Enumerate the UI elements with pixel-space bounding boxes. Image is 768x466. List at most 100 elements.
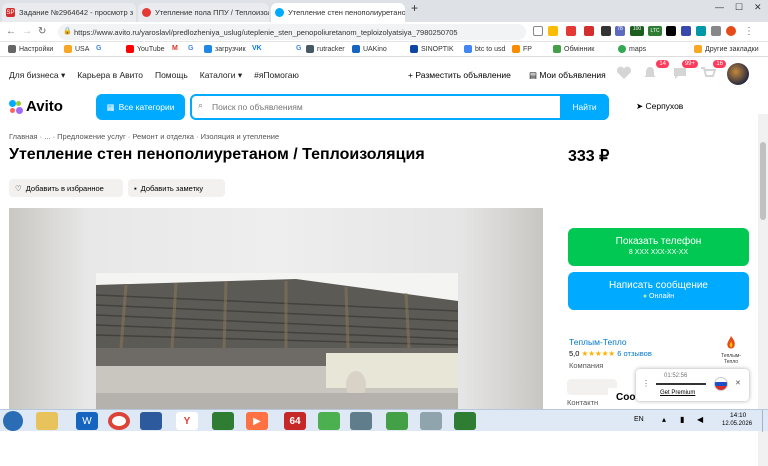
extension-icon[interactable] bbox=[681, 26, 691, 36]
nav-career-link[interactable]: Карьера в Авито bbox=[77, 70, 143, 81]
puzzle-icon[interactable] bbox=[711, 26, 721, 36]
weather-icon bbox=[410, 45, 418, 53]
media-player-icon[interactable]: ▶ bbox=[246, 412, 268, 430]
post-ad-link[interactable]: + Разместить объявление bbox=[408, 70, 511, 80]
extension-icon[interactable] bbox=[566, 26, 576, 36]
network-icon[interactable] bbox=[140, 412, 162, 430]
menu-icon[interactable]: ⋮ bbox=[744, 26, 754, 37]
app-icon[interactable]: W bbox=[76, 412, 98, 430]
app-64-icon[interactable]: 64 bbox=[284, 412, 306, 430]
my-ads-link[interactable]: ▤ Мои объявления bbox=[529, 70, 606, 81]
reviews-link[interactable]: 6 отзывов bbox=[617, 349, 652, 358]
bookmark[interactable]: VK bbox=[252, 45, 262, 52]
reload-icon[interactable]: ↻ bbox=[38, 26, 46, 37]
bookmark[interactable]: SINOPTIK bbox=[410, 45, 454, 53]
user-avatar[interactable] bbox=[727, 63, 749, 85]
back-icon[interactable]: ← bbox=[6, 26, 16, 37]
app-icon[interactable] bbox=[350, 412, 372, 430]
vpn-menu-icon[interactable]: ⋮ bbox=[642, 379, 650, 388]
bookmark[interactable]: Обмінник bbox=[553, 45, 594, 53]
close-window-icon[interactable]: ✕ bbox=[754, 2, 762, 13]
extension-badge[interactable]: 78 bbox=[615, 26, 625, 36]
bookmark[interactable]: btc to usd bbox=[464, 45, 505, 53]
bookmark[interactable]: G bbox=[296, 45, 301, 52]
cart-icon[interactable]: 16 bbox=[700, 60, 726, 82]
nav-help-hashtag-link[interactable]: #яПомогаю bbox=[254, 70, 299, 81]
url-field[interactable]: 🔒 https://www.avito.ru/yaroslavl/predloz… bbox=[58, 24, 526, 40]
app-icon[interactable] bbox=[212, 412, 234, 430]
breadcrumb-repair[interactable]: Ремонт и отделка bbox=[132, 132, 194, 141]
show-desktop-button[interactable] bbox=[762, 410, 768, 432]
app-icon[interactable] bbox=[318, 412, 340, 430]
bookmark-folder[interactable]: Другие закладки bbox=[694, 45, 759, 53]
chrome-icon[interactable] bbox=[108, 412, 130, 430]
seller-name-link[interactable]: Теплым-Тепло bbox=[569, 337, 627, 347]
language-indicator[interactable]: EN bbox=[634, 416, 644, 423]
yandex-icon[interactable]: Y bbox=[176, 412, 198, 430]
clock-time[interactable]: 14:10 bbox=[730, 412, 746, 419]
app-icon[interactable] bbox=[420, 412, 442, 430]
tray-network-icon[interactable]: ▮ bbox=[680, 415, 684, 424]
seller-logo[interactable]: Теплым-Тепло bbox=[716, 335, 746, 365]
extension-icon[interactable] bbox=[696, 26, 706, 36]
minimize-icon[interactable]: — bbox=[715, 2, 724, 12]
app-icon[interactable] bbox=[454, 412, 476, 430]
nav-business-link[interactable]: Для бизнеса ▾ bbox=[9, 70, 65, 81]
bookmark[interactable]: Настройки bbox=[8, 45, 53, 53]
show-phone-button[interactable]: Показать телефон 8 XXX XXX-XX-XX bbox=[568, 228, 749, 266]
nav-catalogs-link[interactable]: Каталоги ▾ bbox=[200, 70, 242, 81]
bookmark[interactable]: G bbox=[188, 45, 193, 52]
clock-date[interactable]: 12.05.2026 bbox=[722, 421, 752, 427]
ltc-extension[interactable]: LTC bbox=[648, 26, 662, 36]
forward-icon[interactable]: → bbox=[22, 26, 32, 37]
bookmark[interactable]: M bbox=[172, 45, 178, 52]
favorites-heart-icon[interactable] bbox=[616, 66, 634, 82]
breadcrumb-services[interactable]: Предложение услуг bbox=[57, 132, 126, 141]
browser-tab[interactable]: Утепление пола ППУ / Теплоизол ✕ bbox=[138, 3, 269, 22]
extension-icon[interactable] bbox=[666, 26, 676, 36]
close-tab-icon[interactable]: ✕ bbox=[133, 8, 136, 17]
breadcrumb-home[interactable]: Главная bbox=[9, 132, 38, 141]
get-premium-link[interactable]: Get Premium bbox=[660, 390, 695, 396]
search-input[interactable] bbox=[212, 100, 552, 114]
maximize-icon[interactable]: ☐ bbox=[735, 2, 743, 13]
bookmark[interactable]: USA bbox=[64, 45, 89, 53]
share-icon[interactable] bbox=[533, 26, 543, 36]
all-categories-button[interactable]: ▦ Все категории bbox=[96, 94, 185, 120]
bookmark[interactable]: UAKino bbox=[352, 45, 387, 53]
volume-icon[interactable]: ◀ bbox=[697, 415, 703, 424]
add-favorite-button[interactable]: ♡ Добавить в избранное bbox=[9, 179, 123, 197]
bookmark[interactable]: загрузчик bbox=[204, 45, 246, 53]
browser-tab[interactable]: SP Задание №2964642 - просмотр з ✕ bbox=[2, 3, 136, 22]
write-message-button[interactable]: Написать сообщение ● Онлайн bbox=[568, 272, 749, 310]
close-icon[interactable]: ✕ bbox=[735, 379, 741, 387]
breadcrumb-ellipsis[interactable]: ... bbox=[44, 132, 50, 141]
explorer-icon[interactable] bbox=[36, 412, 58, 430]
extension-flag-icon[interactable] bbox=[584, 26, 594, 36]
bookmark[interactable]: maps bbox=[618, 45, 646, 53]
nav-help-link[interactable]: Помощь bbox=[155, 70, 188, 81]
bookmark[interactable]: FP bbox=[512, 45, 532, 53]
bookmark[interactable]: YouTube bbox=[126, 45, 165, 53]
bookmark[interactable]: G bbox=[96, 45, 101, 52]
tray-arrow-icon[interactable]: ▴ bbox=[662, 415, 666, 424]
new-tab-button[interactable]: + bbox=[411, 1, 418, 15]
messages-icon[interactable]: 99+ bbox=[672, 60, 698, 82]
profile-avatar[interactable] bbox=[726, 26, 736, 36]
breadcrumb-insulation[interactable]: Изоляция и утепление bbox=[201, 132, 279, 141]
avito-logo[interactable]: Avito bbox=[9, 98, 63, 115]
search-button[interactable]: Найти bbox=[560, 94, 609, 120]
extension-badge[interactable]: 100 bbox=[630, 26, 644, 36]
flag-icon[interactable] bbox=[714, 377, 728, 391]
city-selector[interactable]: ➤ Серпухов bbox=[636, 101, 683, 112]
add-note-button[interactable]: ▪ Добавить заметку bbox=[128, 179, 225, 197]
start-button[interactable] bbox=[3, 411, 23, 431]
notifications-bell-icon[interactable]: 14 bbox=[643, 60, 669, 82]
scrollbar-thumb[interactable] bbox=[760, 142, 766, 220]
extension-icon[interactable] bbox=[601, 26, 611, 36]
browser-tab-active[interactable]: Утепление стен пенополиуретано ✕ bbox=[271, 3, 405, 22]
photo-gallery[interactable] bbox=[9, 208, 543, 409]
app-icon[interactable] bbox=[386, 412, 408, 430]
bookmark[interactable]: rutracker bbox=[306, 45, 345, 53]
star-icon[interactable] bbox=[548, 26, 558, 36]
